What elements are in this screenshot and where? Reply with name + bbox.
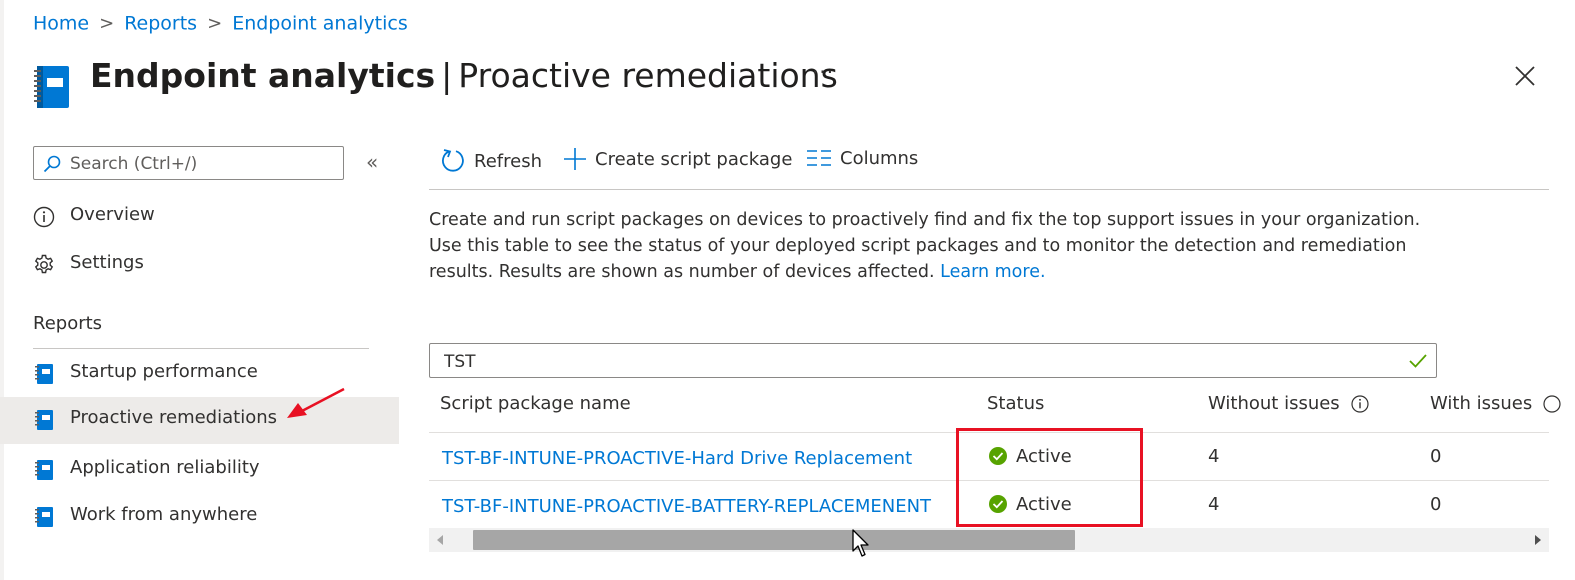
- sidebar-item-label: Proactive remediations: [70, 407, 277, 428]
- sidebar-item-label: Overview: [70, 204, 155, 225]
- columns-label: Columns: [840, 147, 919, 169]
- collapse-sidebar-button[interactable]: «: [366, 150, 378, 174]
- more-options-button[interactable]: ···: [812, 60, 834, 84]
- page-title: Endpoint analytics | Proactive remediation…: [90, 56, 838, 95]
- column-header-without-issues[interactable]: Without issues: [1208, 393, 1370, 414]
- breadcrumb-endpoint-analytics[interactable]: Endpoint analytics: [232, 13, 408, 35]
- description: Create and run script packages on device…: [429, 207, 1439, 285]
- column-header-with-issues[interactable]: With issues: [1430, 393, 1562, 414]
- refresh-button[interactable]: Refresh: [440, 147, 542, 179]
- notebook-icon: [35, 364, 53, 384]
- sidebar-item-application-reliability[interactable]: Application reliability: [0, 447, 399, 493]
- notebook-icon: [33, 64, 73, 110]
- notebook-icon: [35, 507, 53, 527]
- info-icon[interactable]: [1350, 394, 1370, 414]
- sidebar-item-label: Application reliability: [70, 457, 260, 478]
- scroll-left-icon[interactable]: [435, 534, 445, 546]
- with-issues-value: 0: [1430, 446, 1442, 467]
- scroll-right-icon[interactable]: [1533, 534, 1543, 546]
- column-header-label: Without issues: [1208, 393, 1340, 414]
- description-text: Create and run script packages on device…: [429, 210, 1421, 282]
- close-icon: [1515, 66, 1535, 86]
- refresh-icon: [442, 149, 464, 172]
- sidebar-item-label: Startup performance: [70, 361, 258, 382]
- create-script-package-button[interactable]: Create script package: [563, 147, 792, 179]
- annotation-highlight-box: [956, 428, 1143, 527]
- breadcrumb-reports[interactable]: Reports: [124, 13, 197, 35]
- sidebar-item-settings[interactable]: Settings: [0, 242, 399, 288]
- script-package-link[interactable]: TST-BF-INTUNE-PROACTIVE-Hard Drive Repla…: [442, 448, 912, 469]
- script-package-link[interactable]: TST-BF-INTUNE-PROACTIVE-BATTERY-REPLACEM…: [442, 496, 931, 517]
- filter-box[interactable]: [429, 343, 1437, 378]
- breadcrumb-separator: >: [99, 13, 115, 34]
- columns-icon: [807, 150, 831, 166]
- create-label: Create script package: [595, 148, 793, 170]
- learn-more-link[interactable]: Learn more.: [940, 262, 1045, 282]
- refresh-label: Refresh: [474, 150, 542, 172]
- without-issues-value: 4: [1208, 494, 1220, 515]
- breadcrumb-separator: >: [207, 13, 223, 34]
- gear-icon: [34, 254, 54, 274]
- title-separator: |: [441, 56, 453, 95]
- column-header-label: Script package name: [440, 393, 631, 414]
- search-icon: [43, 155, 61, 173]
- plus-icon: [564, 148, 586, 170]
- close-button[interactable]: [1510, 61, 1540, 91]
- horizontal-scrollbar[interactable]: [429, 528, 1549, 552]
- notebook-icon: [35, 460, 53, 480]
- column-header-name[interactable]: Script package name: [440, 393, 631, 414]
- column-header-status[interactable]: Status: [987, 393, 1044, 414]
- columns-button[interactable]: Columns: [806, 147, 918, 179]
- sidebar-item-label: Settings: [70, 252, 144, 273]
- notebook-icon: [35, 410, 53, 430]
- info-icon[interactable]: [1542, 394, 1562, 414]
- page-title-main: Endpoint analytics: [90, 56, 436, 95]
- sidebar-item-overview[interactable]: Overview: [0, 194, 399, 240]
- toolbar-divider: [429, 189, 1549, 190]
- checkmark-icon: [1409, 354, 1427, 368]
- without-issues-value: 4: [1208, 446, 1220, 467]
- reports-heading: Reports: [33, 313, 103, 334]
- section-divider: [33, 348, 369, 349]
- column-header-label: With issues: [1430, 393, 1533, 414]
- sidebar-item-work-from-anywhere[interactable]: Work from anywhere: [0, 494, 399, 540]
- page-title-sub: Proactive remediations: [458, 56, 838, 95]
- search-box[interactable]: [33, 146, 344, 180]
- filter-input[interactable]: [442, 348, 1386, 376]
- sidebar-item-label: Work from anywhere: [70, 504, 258, 525]
- column-header-label: Status: [987, 393, 1045, 414]
- breadcrumb: Home > Reports > Endpoint analytics: [33, 12, 408, 35]
- left-edge-strip: [0, 0, 4, 580]
- with-issues-value: 0: [1430, 494, 1442, 515]
- search-input[interactable]: [68, 150, 342, 178]
- breadcrumb-home[interactable]: Home: [33, 13, 89, 35]
- mouse-cursor-icon: [852, 529, 869, 557]
- scrollbar-thumb[interactable]: [472, 530, 1076, 550]
- info-icon: [33, 206, 55, 228]
- annotation-arrow-icon: [287, 387, 345, 418]
